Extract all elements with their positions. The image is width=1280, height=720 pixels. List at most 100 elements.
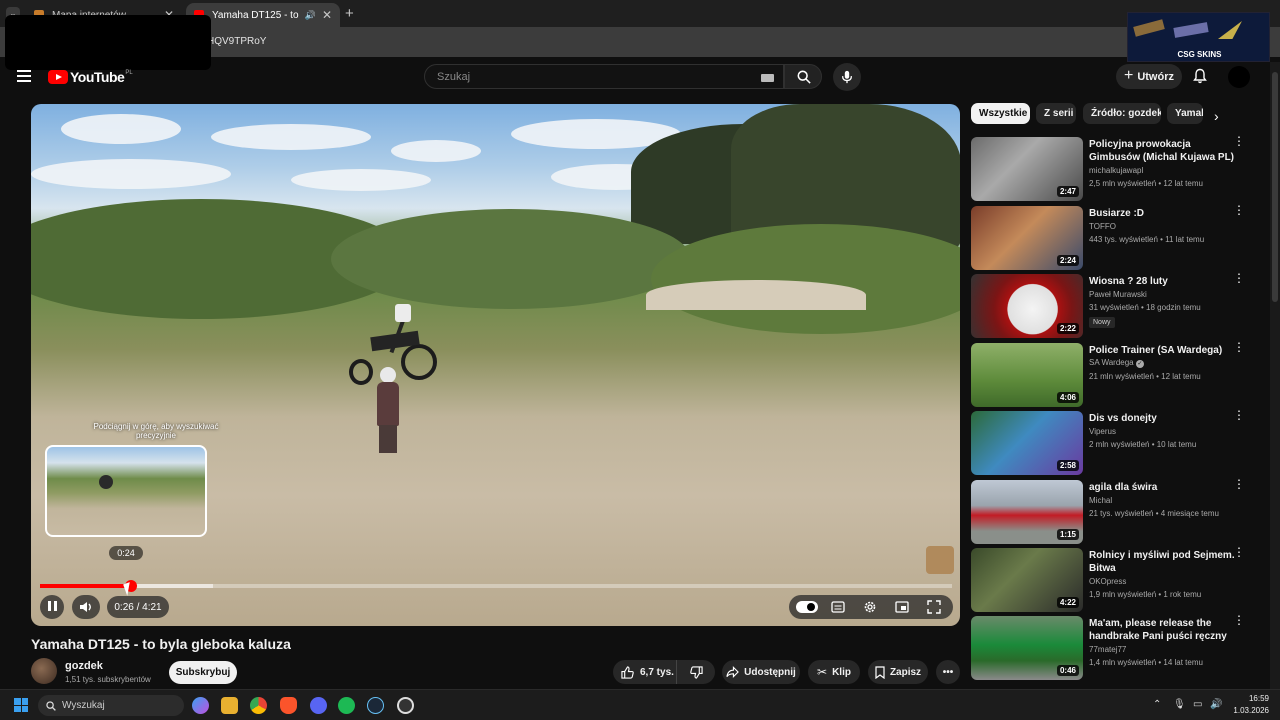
steam-icon[interactable]	[367, 697, 384, 714]
channel-avatar[interactable]	[31, 658, 57, 684]
keyboard-icon[interactable]	[761, 74, 774, 82]
windows-start-icon[interactable]	[14, 698, 28, 712]
url-text[interactable]: HQV9TPRoY	[207, 36, 266, 47]
recommendation-title[interactable]: Dis vs donejty	[1089, 412, 1239, 425]
menu-icon[interactable]	[17, 70, 31, 82]
like-button[interactable]: 6,7 tys.	[613, 660, 677, 684]
copilot-icon[interactable]	[192, 697, 209, 714]
speaker-icon[interactable]: 🔊	[305, 10, 316, 21]
recommendation-channel[interactable]: SA Wardega ✓	[1089, 358, 1144, 368]
dislike-button[interactable]	[677, 665, 715, 679]
video-thumbnail[interactable]: 0:46	[971, 616, 1083, 680]
video-thumbnail[interactable]: 2:47	[971, 137, 1083, 201]
search-input[interactable]	[435, 70, 735, 84]
video-thumbnail[interactable]: 2:58	[971, 411, 1083, 475]
recommendation-item[interactable]: 0:46 Ma'am, please release the handbrake…	[971, 614, 1261, 680]
more-options-icon[interactable]: ⋮	[1233, 341, 1245, 353]
speaker-tray-icon[interactable]: 🔊	[1210, 699, 1222, 710]
more-options-icon[interactable]: ⋮	[1233, 204, 1245, 216]
more-options-icon[interactable]: ⋮	[1233, 546, 1245, 558]
app-icon[interactable]	[397, 697, 414, 714]
search-box[interactable]	[424, 64, 784, 89]
recommendation-item[interactable]: 2:22 Wiosna ? 28 luty Paweł Murawski 31 …	[971, 272, 1261, 338]
redacted-area	[5, 15, 211, 70]
search-button[interactable]	[784, 64, 822, 89]
brave-icon[interactable]	[280, 697, 297, 714]
clock[interactable]: 16:59 1.03.2026	[1225, 693, 1269, 717]
voice-search-button[interactable]	[833, 63, 861, 91]
recommendation-title[interactable]: Policyjna prowokacja Gimbusów (Michal Ku…	[1089, 138, 1239, 164]
autoplay-toggle[interactable]	[796, 601, 818, 613]
channel-name[interactable]: gozdek	[65, 660, 103, 672]
recommendation-title[interactable]: Busiarze :D	[1089, 207, 1239, 220]
network-icon[interactable]: ▭	[1193, 699, 1202, 710]
chevron-up-icon[interactable]: ⌃	[1153, 699, 1161, 710]
scrollbar-thumb[interactable]	[1272, 72, 1278, 302]
video-thumbnail[interactable]: 4:22	[971, 548, 1083, 612]
recommendation-item[interactable]: 1:15 agila dla świra Michal 21 tys. wyśw…	[971, 478, 1261, 544]
cloud-shape	[291, 169, 431, 191]
video-player[interactable]: Podciągnij w górę, aby wyszukiwać precyz…	[31, 104, 960, 626]
recommendation-channel[interactable]: 77matej77	[1089, 645, 1126, 654]
pause-button[interactable]	[40, 595, 64, 619]
chevron-right-icon[interactable]: ›	[1214, 108, 1219, 124]
more-options-icon[interactable]: ⋮	[1233, 409, 1245, 421]
recommendation-item[interactable]: 4:06 Police Trainer (SA Wardega) SA Ward…	[971, 341, 1261, 407]
subtitles-icon[interactable]	[831, 600, 845, 614]
chip-source[interactable]: Źródło: gozdek	[1083, 103, 1161, 124]
spotify-icon[interactable]	[338, 697, 355, 714]
recommendation-title[interactable]: Rolnicy i myśliwi pod Sejmem. Bitwa	[1089, 549, 1239, 575]
video-thumbnail[interactable]: 2:24	[971, 206, 1083, 270]
ad-banner[interactable]: CSG SKINS	[1127, 12, 1270, 62]
share-button[interactable]: Udostępnij	[722, 660, 800, 684]
new-tab-button[interactable]: +	[345, 5, 354, 22]
recommendation-channel[interactable]: Michal	[1089, 496, 1112, 505]
recommendation-item[interactable]: 4:22 Rolnicy i myśliwi pod Sejmem. Bitwa…	[971, 546, 1261, 612]
recommendation-channel[interactable]: michalkujawapl	[1089, 166, 1143, 175]
chrome-icon[interactable]	[250, 697, 267, 714]
recommendation-item[interactable]: 2:58 Dis vs donejty Viperus 2 mln wyświe…	[971, 409, 1261, 475]
recommendation-title[interactable]: agila dla świra	[1089, 481, 1239, 494]
create-button[interactable]: + Utwórz	[1116, 64, 1182, 89]
account-avatar[interactable]	[1228, 66, 1250, 88]
taskbar-search[interactable]: Wyszukaj	[38, 695, 184, 716]
chip-yamaha[interactable]: Yamaha	[1167, 103, 1203, 124]
miniplayer-icon[interactable]	[895, 600, 909, 614]
more-actions-button[interactable]: •••	[936, 660, 960, 684]
video-thumbnail[interactable]: 4:06	[971, 343, 1083, 407]
notifications-button[interactable]	[1192, 68, 1208, 89]
file-explorer-icon[interactable]	[221, 697, 238, 714]
recommendation-channel[interactable]: OKOpress	[1089, 577, 1126, 586]
more-options-icon[interactable]: ⋮	[1233, 614, 1245, 626]
microphone-tray-icon[interactable]: 🎙	[1173, 699, 1186, 710]
recommendation-channel[interactable]: Viperus	[1089, 427, 1116, 436]
end-card-thumbnail[interactable]	[926, 546, 954, 574]
recommendation-item[interactable]: 2:47 Policyjna prowokacja Gimbusów (Mich…	[971, 135, 1261, 201]
chip-series[interactable]: Z serii	[1036, 103, 1076, 124]
youtube-logo[interactable]: YouTube PL	[48, 69, 133, 85]
video-thumbnail[interactable]: 1:15	[971, 480, 1083, 544]
cloud-shape	[391, 140, 481, 162]
progress-bar[interactable]	[40, 580, 952, 592]
video-thumbnail[interactable]: 2:22	[971, 274, 1083, 338]
more-options-icon[interactable]: ⋮	[1233, 272, 1245, 284]
settings-gear-icon[interactable]	[863, 600, 877, 614]
discord-icon[interactable]	[310, 697, 327, 714]
recommendation-item[interactable]: 2:24 Busiarze :D TOFFO 443 tys. wyświetl…	[971, 204, 1261, 270]
close-tab-icon[interactable]: ✕	[322, 8, 332, 22]
more-options-icon[interactable]: ⋮	[1233, 478, 1245, 490]
subscribe-button[interactable]: Subskrybuj	[169, 661, 237, 684]
clip-button[interactable]: ✂ Klip	[808, 660, 860, 684]
recommendation-title[interactable]: Police Trainer (SA Wardega)	[1089, 344, 1239, 357]
recommendation-channel[interactable]: Paweł Murawski	[1089, 290, 1147, 299]
fullscreen-icon[interactable]	[927, 600, 941, 614]
seek-hint-text: Podciągnij w górę, aby wyszukiwać precyz…	[93, 422, 219, 440]
volume-button[interactable]	[72, 595, 100, 619]
save-button[interactable]: Zapisz	[868, 660, 928, 684]
create-label: Utwórz	[1137, 70, 1174, 83]
recommendation-channel[interactable]: TOFFO	[1089, 222, 1116, 231]
more-options-icon[interactable]: ⋮	[1233, 135, 1245, 147]
chip-all[interactable]: Wszystkie	[971, 103, 1030, 124]
recommendation-title[interactable]: Wiosna ? 28 luty	[1089, 275, 1239, 288]
recommendation-title[interactable]: Ma'am, please release the handbrake Pani…	[1089, 617, 1239, 643]
